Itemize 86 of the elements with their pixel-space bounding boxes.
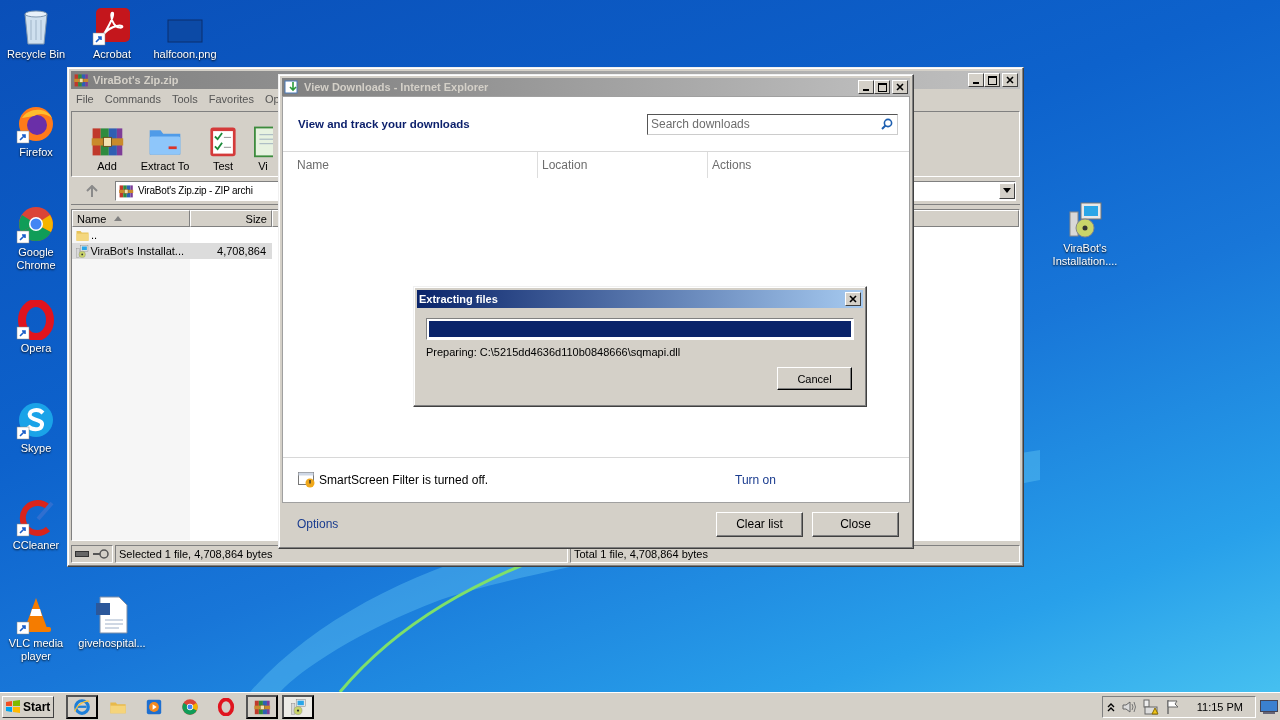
- search-field[interactable]: Search downloads: [647, 113, 898, 135]
- toolbar-button[interactable]: Vi: [252, 123, 274, 172]
- file-name: ViraBot's Installat...: [90, 245, 185, 257]
- toolbar-button[interactable]: Test: [194, 123, 252, 172]
- sort-up-icon: [114, 216, 123, 221]
- turn-on-link[interactable]: Turn on: [735, 473, 776, 487]
- file-row[interactable]: ViraBot's Installat... 4,708,864: [72, 243, 272, 259]
- status-text: Selected 1 file, 4,708,864 bytes: [119, 548, 273, 560]
- icon-label: VLC media player: [7, 637, 65, 663]
- maximize-button[interactable]: [984, 73, 1000, 87]
- menu-item[interactable]: Favorites: [208, 93, 254, 105]
- icon-label: Skype: [20, 442, 52, 455]
- ie-browser-icon: [73, 697, 91, 716]
- file-size: 4,708,864: [216, 245, 267, 257]
- file-name: ..: [91, 229, 99, 241]
- icon-label: Google Chrome: [15, 246, 57, 272]
- close-button[interactable]: [845, 292, 861, 306]
- menu-item[interactable]: File: [76, 93, 94, 105]
- close-icon: [896, 83, 904, 91]
- column-header[interactable]: Size: [190, 210, 272, 227]
- file-row[interactable]: ..: [72, 227, 272, 243]
- installer-icon: [75, 243, 90, 259]
- maximize-button[interactable]: [874, 80, 890, 94]
- start-button[interactable]: Start: [2, 695, 54, 718]
- icon-label: Acrobat: [93, 48, 131, 61]
- icon-label: Firefox: [19, 146, 53, 159]
- shield-warning-icon: [298, 472, 316, 488]
- cleaner-app-icon[interactable]: [16, 497, 56, 537]
- fox-browser-icon[interactable]: [16, 104, 56, 144]
- chrome-browser-icon[interactable]: [16, 204, 56, 244]
- minimize-button[interactable]: [968, 73, 984, 87]
- minimize-button[interactable]: [858, 80, 874, 94]
- cancel-button[interactable]: Cancel: [777, 367, 852, 390]
- opera-browser-icon[interactable]: [16, 300, 56, 340]
- icon-label: givehospital...: [78, 637, 146, 650]
- column-header[interactable]: Location: [542, 158, 588, 172]
- toolbar-button[interactable]: Extract To: [136, 123, 194, 172]
- taskbar-button[interactable]: [66, 694, 98, 719]
- maximize-icon: [987, 75, 997, 85]
- toolbar-button[interactable]: Add: [78, 123, 136, 172]
- column-header[interactable]: Name: [72, 210, 190, 227]
- chevron-up-icon[interactable]: [1106, 701, 1115, 712]
- archive-books-icon: [73, 72, 89, 88]
- icon-label: CCleaner: [12, 539, 60, 552]
- dialog-button[interactable]: Clear list: [716, 511, 803, 537]
- key-icon: [93, 549, 109, 559]
- column-header[interactable]: Actions: [712, 158, 752, 172]
- window-title: ViraBot's Zip.zip: [93, 74, 180, 86]
- windows-logo-icon: [5, 699, 21, 714]
- close-button[interactable]: [892, 80, 908, 94]
- monitor-icon[interactable]: [1260, 699, 1278, 714]
- options-link[interactable]: Options: [297, 517, 707, 531]
- drive-icon: [75, 550, 89, 558]
- chat-app-icon[interactable]: [16, 400, 56, 440]
- pdf-app-icon[interactable]: [92, 6, 132, 46]
- speaker-icon[interactable]: [1120, 699, 1137, 714]
- smartscreen-message: SmartScreen Filter is turned off.: [319, 473, 490, 487]
- progress-status: Preparing: C:\5215dd4636d110b0848666\sqmapi.dll: [426, 346, 682, 358]
- column-header[interactable]: Name: [297, 158, 329, 172]
- search-icon[interactable]: [881, 117, 893, 130]
- close-icon: [1006, 76, 1014, 84]
- close-icon: [849, 295, 857, 303]
- icon-label: Opera: [20, 342, 52, 355]
- taskbar-button[interactable]: [246, 694, 278, 719]
- window-title: Extracting files: [419, 293, 499, 305]
- arrow-up-icon: [86, 184, 98, 197]
- installer-icon: [289, 697, 307, 716]
- page-heading: View and track your downloads: [298, 118, 470, 130]
- icon-label: halfcoon.png: [153, 48, 217, 61]
- status-text: Total 1 file, 4,708,864 bytes: [574, 548, 708, 560]
- menu-item[interactable]: Tools: [172, 93, 198, 105]
- window-title: View Downloads - Internet Explorer: [304, 81, 490, 93]
- chrome-browser-icon: [181, 697, 199, 716]
- icon-label: Recycle Bin: [6, 48, 66, 61]
- taskbar-button[interactable]: [282, 694, 314, 719]
- flag-icon[interactable]: [1164, 698, 1181, 715]
- clock[interactable]: 11:15 PM: [1196, 700, 1243, 713]
- download-page-icon: [284, 79, 300, 95]
- opera-browser-icon: [217, 697, 235, 716]
- media-player-icon: [145, 697, 163, 716]
- maximize-icon: [877, 82, 887, 92]
- icon-label: ViraBot's Installation....: [1051, 242, 1119, 268]
- menu-item[interactable]: Commands: [104, 93, 161, 105]
- close-button[interactable]: [1002, 73, 1018, 87]
- network-warning-icon[interactable]: [1142, 698, 1159, 715]
- dialog-button[interactable]: Close: [812, 511, 899, 537]
